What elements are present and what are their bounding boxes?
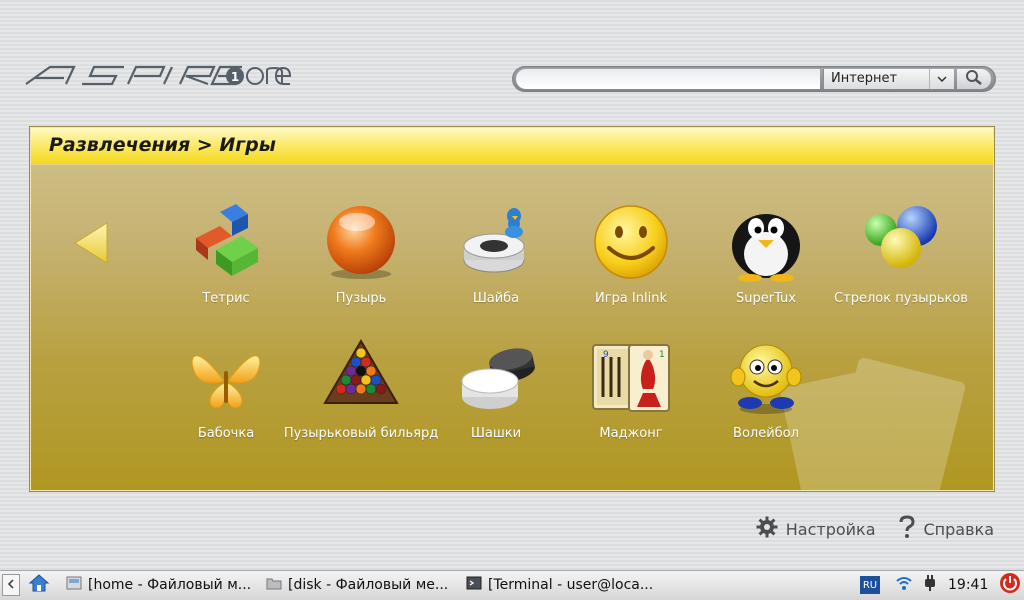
chevron-left-icon (7, 577, 15, 593)
task-label: [home - Файловый м... (88, 577, 252, 593)
app-volleyball[interactable]: Волейбол (691, 337, 841, 457)
panel-title-bar: Развлечения > Игры (31, 128, 993, 165)
power-status-indicator[interactable] (920, 574, 940, 596)
search-engine-select[interactable]: Интернет (823, 69, 954, 89)
search-input[interactable] (516, 69, 820, 89)
settings-link[interactable]: Настройка (756, 516, 876, 542)
search-engine-label: Интернет (831, 71, 898, 86)
keyboard-layout-indicator[interactable]: RU (860, 576, 880, 594)
tetris-icon (186, 202, 266, 282)
clock-label: 19:41 (948, 577, 989, 593)
header: 1 Интернет (0, 0, 1024, 116)
taskbar-task[interactable]: [home - Файловый м... (66, 574, 251, 596)
bubbles-icon (861, 202, 941, 282)
app-label: Волейбол (733, 426, 799, 441)
file-manager-icon (66, 576, 82, 594)
power-plug-icon (922, 574, 938, 596)
search-icon (965, 69, 983, 89)
clock[interactable]: 19:41 (948, 574, 994, 596)
penguin-icon (726, 202, 806, 282)
arrow-left-icon (73, 222, 109, 269)
blob-character-icon (726, 337, 806, 417)
app-bubble-shooter[interactable]: Стрелок пузырьков (826, 202, 976, 322)
games-panel: Развлечения > Игры Тетрис Пузырь Шайба И… (30, 127, 994, 491)
svg-text:1: 1 (231, 70, 239, 84)
search-bar: Интернет (512, 66, 996, 92)
checkers-icon (456, 337, 536, 417)
billiard-balls-icon (321, 337, 401, 417)
wifi-icon (895, 575, 913, 595)
smiley-icon (591, 202, 671, 282)
aspire-one-logo: 1 (24, 58, 294, 94)
power-icon (999, 572, 1021, 598)
gear-icon (756, 516, 778, 542)
svg-text:9: 9 (603, 350, 609, 360)
settings-label: Настройка (785, 519, 876, 539)
home-icon (28, 573, 50, 597)
taskbar: [home - Файловый м... [disk - Файловый м… (0, 570, 1024, 600)
question-mark-icon (898, 515, 916, 543)
help-label: Справка (923, 519, 995, 539)
search-button[interactable] (957, 69, 991, 89)
puck-icon (456, 202, 536, 282)
svg-text:1: 1 (659, 350, 665, 360)
wifi-indicator[interactable] (894, 574, 914, 596)
taskbar-task[interactable]: [Terminal - user@loca... (466, 574, 653, 596)
mahjong-tiles-icon: 9 1 (591, 337, 671, 417)
footer-links: Настройка Справка (756, 515, 994, 543)
app-label: Стрелок пузырьков (834, 291, 968, 306)
task-label: [disk - Файловый ме... (288, 577, 449, 593)
chevron-down-icon (929, 69, 954, 89)
home-button[interactable] (28, 574, 50, 596)
shutdown-button[interactable] (999, 572, 1021, 598)
folder-icon (266, 576, 282, 594)
butterfly-icon (186, 337, 266, 417)
taskbar-scroll-left-button[interactable] (2, 574, 20, 596)
terminal-icon (466, 576, 482, 594)
help-link[interactable]: Справка (898, 515, 995, 543)
previous-page-button[interactable] (73, 221, 109, 265)
task-label: [Terminal - user@loca... (488, 577, 654, 593)
breadcrumb: Развлечения > Игры (49, 134, 276, 156)
taskbar-task[interactable]: [disk - Файловый ме... (266, 574, 448, 596)
bubble-icon (321, 202, 401, 282)
keyboard-layout-label: RU (862, 579, 878, 591)
